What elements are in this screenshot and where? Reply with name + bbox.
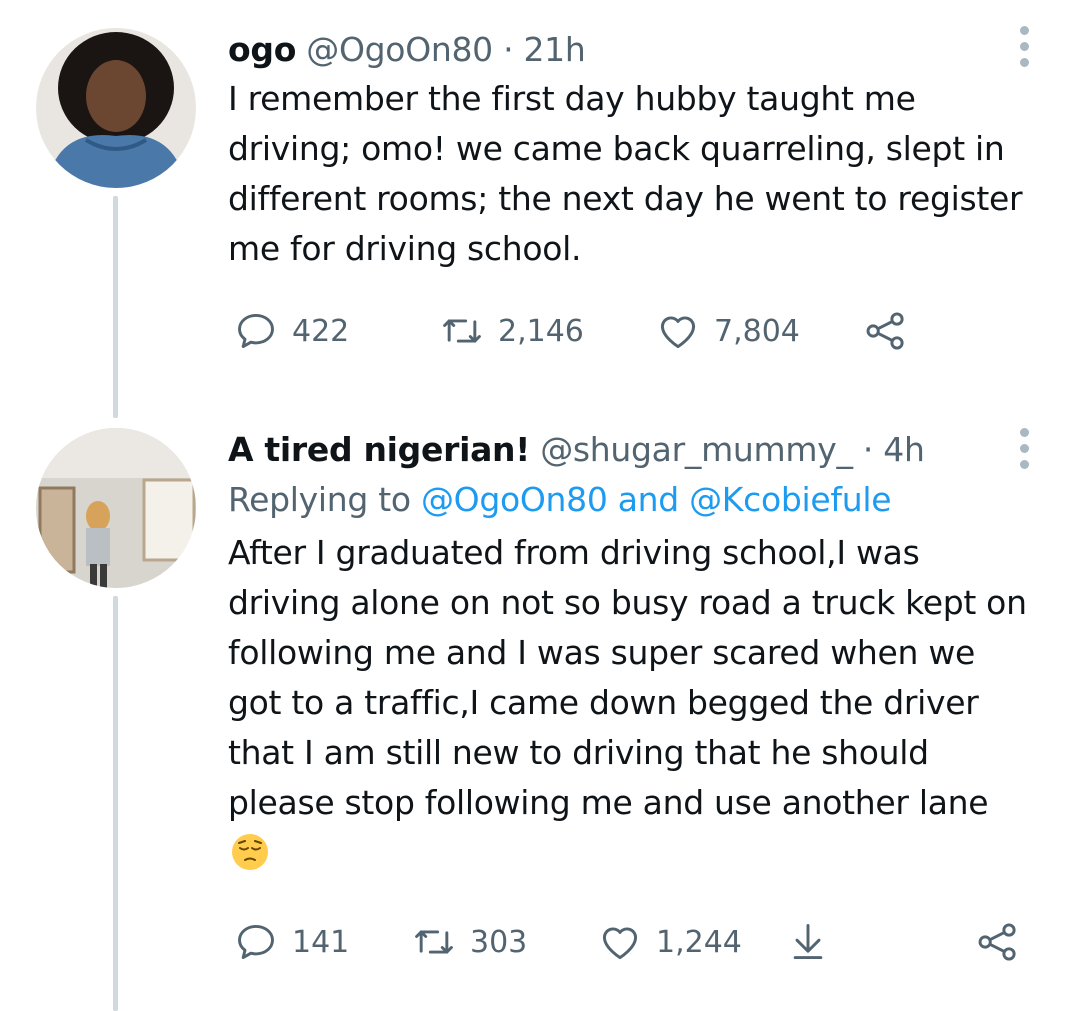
download-arrow-icon xyxy=(793,924,823,960)
save-button[interactable] xyxy=(786,920,956,964)
pensive-face-icon xyxy=(232,834,268,870)
share-icon xyxy=(978,923,1016,961)
display-name[interactable]: ogo xyxy=(228,30,296,69)
reply-count: 141 xyxy=(292,924,350,960)
like-button[interactable]: 7,804 xyxy=(656,309,864,353)
tweet-header: ogo @OgoOn80 · 21h xyxy=(228,30,1030,70)
retweet-icon xyxy=(415,930,453,954)
tweet-text-body: After I graduated from driving school,I … xyxy=(228,533,1027,822)
reply-count: 422 xyxy=(292,313,350,349)
share-button[interactable] xyxy=(864,309,908,353)
thread-line xyxy=(113,596,118,1011)
tweet-text: After I graduated from driving school,I … xyxy=(228,528,1030,878)
separator-dot: · xyxy=(862,430,874,469)
display-name[interactable]: A tired nigerian! xyxy=(228,430,530,469)
like-count: 1,244 xyxy=(656,924,742,960)
like-count: 7,804 xyxy=(714,313,800,349)
retweet-icon xyxy=(443,319,481,343)
thread-line xyxy=(113,196,118,418)
separator-dot: · xyxy=(503,30,514,69)
like-button[interactable]: 1,244 xyxy=(598,920,786,964)
user-handle[interactable]: @OgoOn80 xyxy=(306,30,493,69)
share-icon xyxy=(866,312,904,350)
more-options-icon[interactable] xyxy=(1020,26,1029,74)
replying-to-mentions[interactable]: @OgoOn80 and @Kcobiefule xyxy=(421,480,892,519)
retweet-button[interactable]: 2,146 xyxy=(440,309,656,353)
tweet-header: A tired nigerian! @shugar_mummy_ · 4h xyxy=(228,430,1030,470)
reply-icon xyxy=(238,313,274,349)
tweet-actions: 141 303 1,244 xyxy=(234,917,1020,967)
more-options-icon[interactable] xyxy=(1020,428,1029,476)
retweet-count: 303 xyxy=(470,924,528,960)
heart-icon xyxy=(660,316,696,349)
tweet-text: I remember the first day hubby taught me… xyxy=(228,79,1023,268)
share-button[interactable] xyxy=(976,920,1020,964)
avatar[interactable] xyxy=(36,428,196,588)
reply-icon xyxy=(238,924,274,960)
retweet-button[interactable]: 303 xyxy=(412,920,598,964)
replying-to: Replying to @OgoOn80 and @Kcobiefule xyxy=(228,476,1030,524)
retweet-count: 2,146 xyxy=(498,313,584,349)
reply-button[interactable]: 141 xyxy=(234,920,412,964)
tweet-1[interactable]: ogo @OgoOn80 · 21h I remember the first … xyxy=(0,0,1080,420)
timestamp[interactable]: 4h xyxy=(883,430,925,469)
tweet-2[interactable]: A tired nigerian! @shugar_mummy_ · 4h Re… xyxy=(0,420,1080,1011)
tweet-actions: 422 2,146 7,804 xyxy=(234,306,1020,356)
user-handle[interactable]: @shugar_mummy_ xyxy=(540,430,853,469)
avatar[interactable] xyxy=(36,28,196,188)
replying-to-label: Replying to xyxy=(228,480,411,519)
timestamp[interactable]: 21h xyxy=(523,30,585,69)
reply-button[interactable]: 422 xyxy=(234,309,440,353)
heart-icon xyxy=(602,927,638,960)
